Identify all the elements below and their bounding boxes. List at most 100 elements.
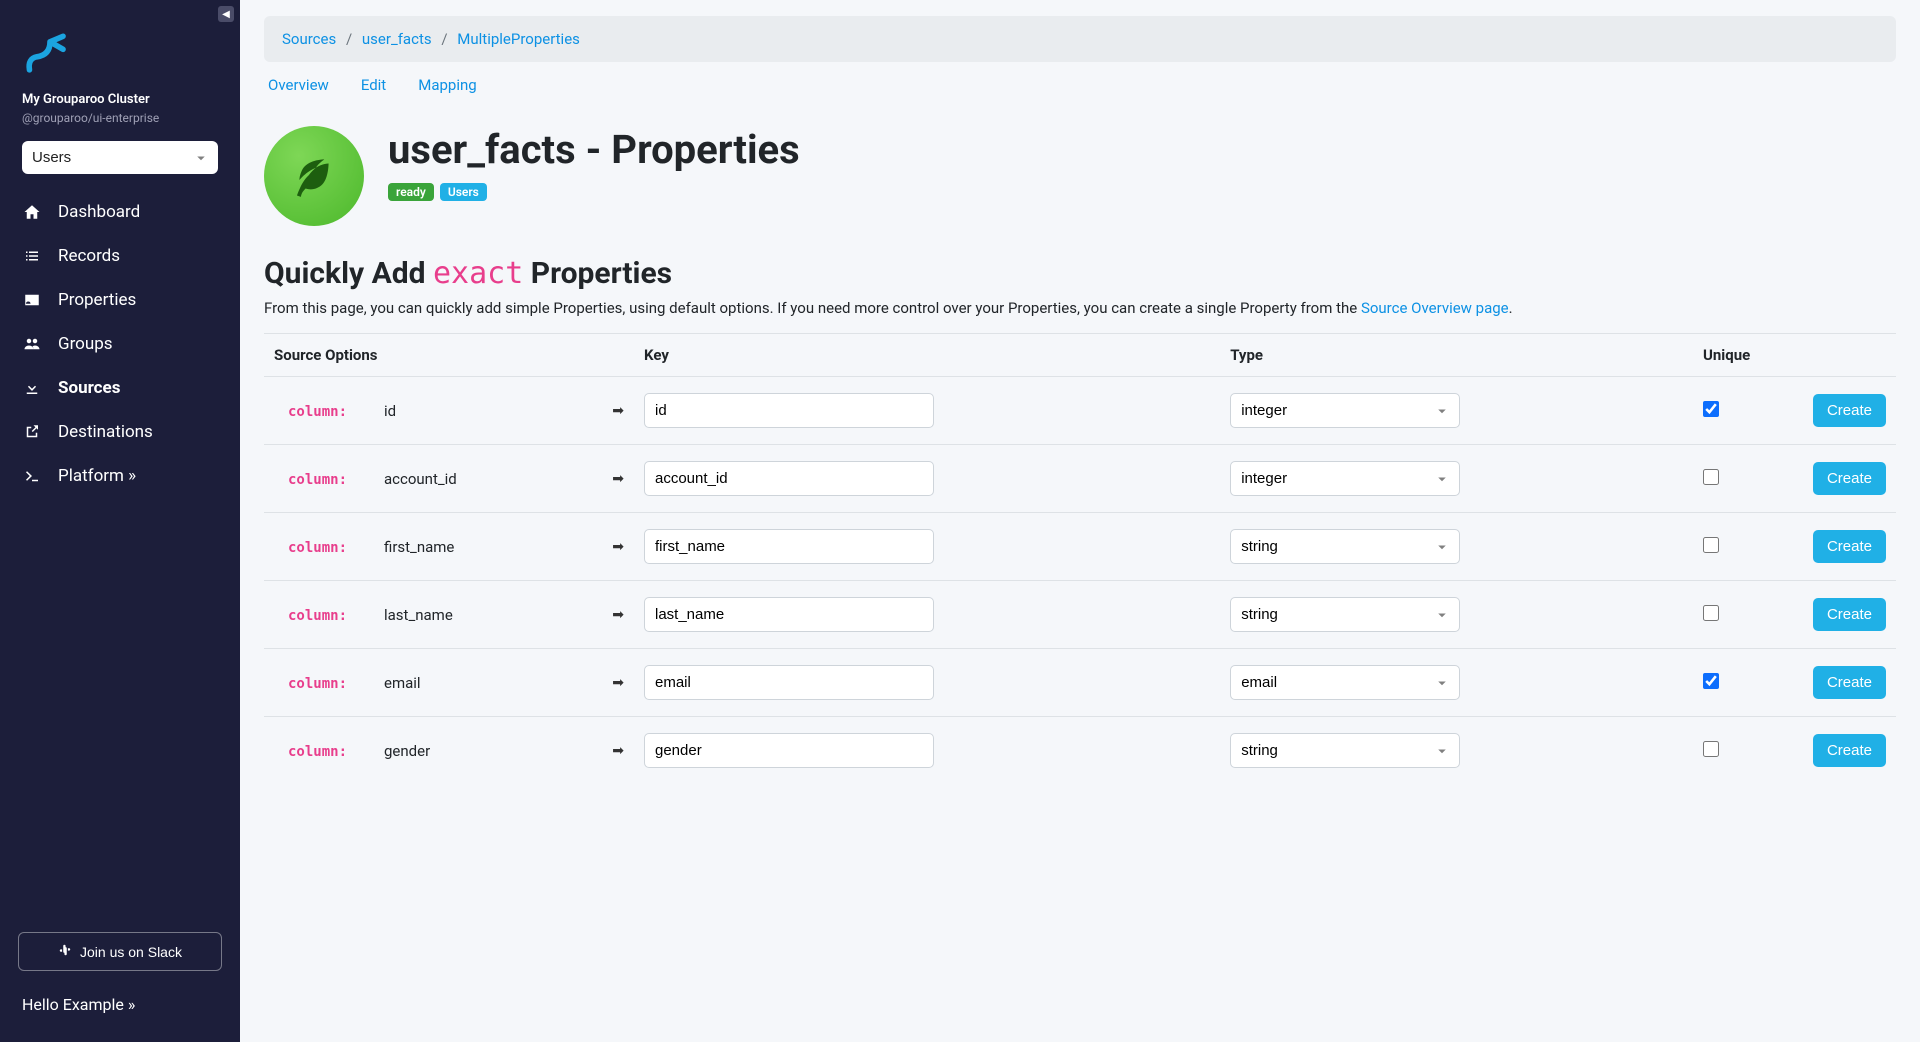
tab-edit[interactable]: Edit [361, 76, 386, 94]
column-name: email [384, 674, 421, 692]
key-input[interactable] [644, 597, 934, 632]
terminal-icon [22, 467, 42, 485]
breadcrumb-separator: / [441, 30, 447, 48]
model-badge: Users [440, 183, 487, 201]
unique-checkbox[interactable] [1703, 673, 1719, 689]
arrow-right-icon: ➡ [612, 471, 624, 487]
key-input[interactable] [644, 393, 934, 428]
col-header-key: Key [634, 334, 1220, 377]
table-row: column: first_name ➡ string Create [264, 513, 1896, 581]
id-card-icon [22, 291, 42, 309]
source-icon [264, 126, 364, 226]
sidebar-item-label: Records [58, 246, 120, 266]
arrow-right-icon: ➡ [612, 743, 624, 759]
properties-table: Source Options Key Type Unique column: id… [264, 333, 1896, 784]
key-input[interactable] [644, 529, 934, 564]
sidebar-item-label: Platform » [58, 466, 136, 486]
table-row: column: gender ➡ string Create [264, 717, 1896, 785]
breadcrumb-sources[interactable]: Sources [282, 30, 336, 48]
nav-list: Dashboard Records Properties Groups Sources D… [0, 190, 240, 498]
arrow-right-icon: ➡ [612, 607, 624, 623]
model-select[interactable]: Users [22, 141, 218, 174]
breadcrumb: Sources / user_facts / MultiplePropertie… [264, 16, 1896, 62]
cluster-name: My Grouparoo Cluster [22, 92, 218, 107]
col-header-unique: Unique [1693, 334, 1803, 377]
sidebar-item-groups[interactable]: Groups [0, 322, 240, 366]
unique-checkbox[interactable] [1703, 469, 1719, 485]
list-icon [22, 247, 42, 265]
sidebar-item-destinations[interactable]: Destinations [0, 410, 240, 454]
create-button[interactable]: Create [1813, 734, 1886, 767]
source-overview-link[interactable]: Source Overview page [1361, 299, 1509, 317]
type-select[interactable]: string [1230, 733, 1460, 768]
table-row: column: id ➡ integer Create [264, 377, 1896, 445]
key-input[interactable] [644, 733, 934, 768]
sidebar-item-label: Destinations [58, 422, 153, 442]
unique-checkbox[interactable] [1703, 605, 1719, 621]
column-name: id [384, 402, 396, 420]
column-name: gender [384, 742, 430, 760]
download-icon [22, 379, 42, 397]
leaf-icon [289, 151, 339, 201]
page-header: user_facts - Properties ready Users [264, 126, 1896, 226]
key-input[interactable] [644, 665, 934, 700]
sidebar-item-dashboard[interactable]: Dashboard [0, 190, 240, 234]
column-label: column: [274, 540, 347, 556]
create-button[interactable]: Create [1813, 666, 1886, 699]
type-select[interactable]: email [1230, 665, 1460, 700]
arrow-right-icon: ➡ [612, 675, 624, 691]
main-content: Sources / user_facts / MultiplePropertie… [240, 0, 1920, 1042]
cluster-info: My Grouparoo Cluster @grouparoo/ui-enter… [0, 92, 240, 141]
arrow-right-icon: ➡ [612, 403, 624, 419]
sidebar-item-properties[interactable]: Properties [0, 278, 240, 322]
status-badge: ready [388, 183, 434, 201]
sidebar-collapse-button[interactable]: ◀ [218, 6, 234, 22]
grouparoo-logo-icon [22, 30, 78, 78]
sidebar-item-label: Properties [58, 290, 136, 310]
col-header-type: Type [1220, 334, 1693, 377]
join-slack-button[interactable]: Join us on Slack [18, 932, 222, 971]
column-name: last_name [384, 606, 453, 624]
key-input[interactable] [644, 461, 934, 496]
type-select[interactable]: string [1230, 529, 1460, 564]
table-row: column: last_name ➡ string Create [264, 581, 1896, 649]
breadcrumb-source-name[interactable]: user_facts [362, 30, 432, 48]
unique-checkbox[interactable] [1703, 401, 1719, 417]
table-row: column: account_id ➡ integer Create [264, 445, 1896, 513]
type-select[interactable]: integer [1230, 461, 1460, 496]
page-title: user_facts - Properties [388, 126, 800, 173]
user-greeting[interactable]: Hello Example » [18, 995, 222, 1014]
column-label: column: [274, 472, 347, 488]
breadcrumb-current[interactable]: MultipleProperties [457, 30, 580, 48]
column-label: column: [274, 608, 347, 624]
column-label: column: [274, 404, 347, 420]
users-icon [22, 335, 42, 353]
create-button[interactable]: Create [1813, 394, 1886, 427]
type-select[interactable]: string [1230, 597, 1460, 632]
unique-checkbox[interactable] [1703, 537, 1719, 553]
column-name: account_id [384, 470, 457, 488]
breadcrumb-separator: / [346, 30, 352, 48]
upload-icon [22, 423, 42, 441]
column-name: first_name [384, 538, 454, 556]
sidebar-item-sources[interactable]: Sources [0, 366, 240, 410]
section-description: From this page, you can quickly add simp… [264, 299, 1896, 317]
tab-overview[interactable]: Overview [268, 76, 329, 94]
create-button[interactable]: Create [1813, 530, 1886, 563]
column-label: column: [274, 744, 347, 760]
create-button[interactable]: Create [1813, 598, 1886, 631]
sidebar-item-label: Dashboard [58, 202, 140, 222]
tab-mapping[interactable]: Mapping [418, 76, 476, 94]
sidebar-item-records[interactable]: Records [0, 234, 240, 278]
cluster-package: @grouparoo/ui-enterprise [22, 111, 218, 125]
home-icon [22, 203, 42, 221]
sidebar-item-platform-[interactable]: Platform » [0, 454, 240, 498]
type-select[interactable]: integer [1230, 393, 1460, 428]
arrow-right-icon: ➡ [612, 539, 624, 555]
sidebar-item-label: Sources [58, 378, 120, 398]
col-header-source-options: Source Options [264, 334, 634, 377]
create-button[interactable]: Create [1813, 462, 1886, 495]
unique-checkbox[interactable] [1703, 741, 1719, 757]
join-slack-label: Join us on Slack [80, 944, 182, 960]
column-label: column: [274, 676, 347, 692]
